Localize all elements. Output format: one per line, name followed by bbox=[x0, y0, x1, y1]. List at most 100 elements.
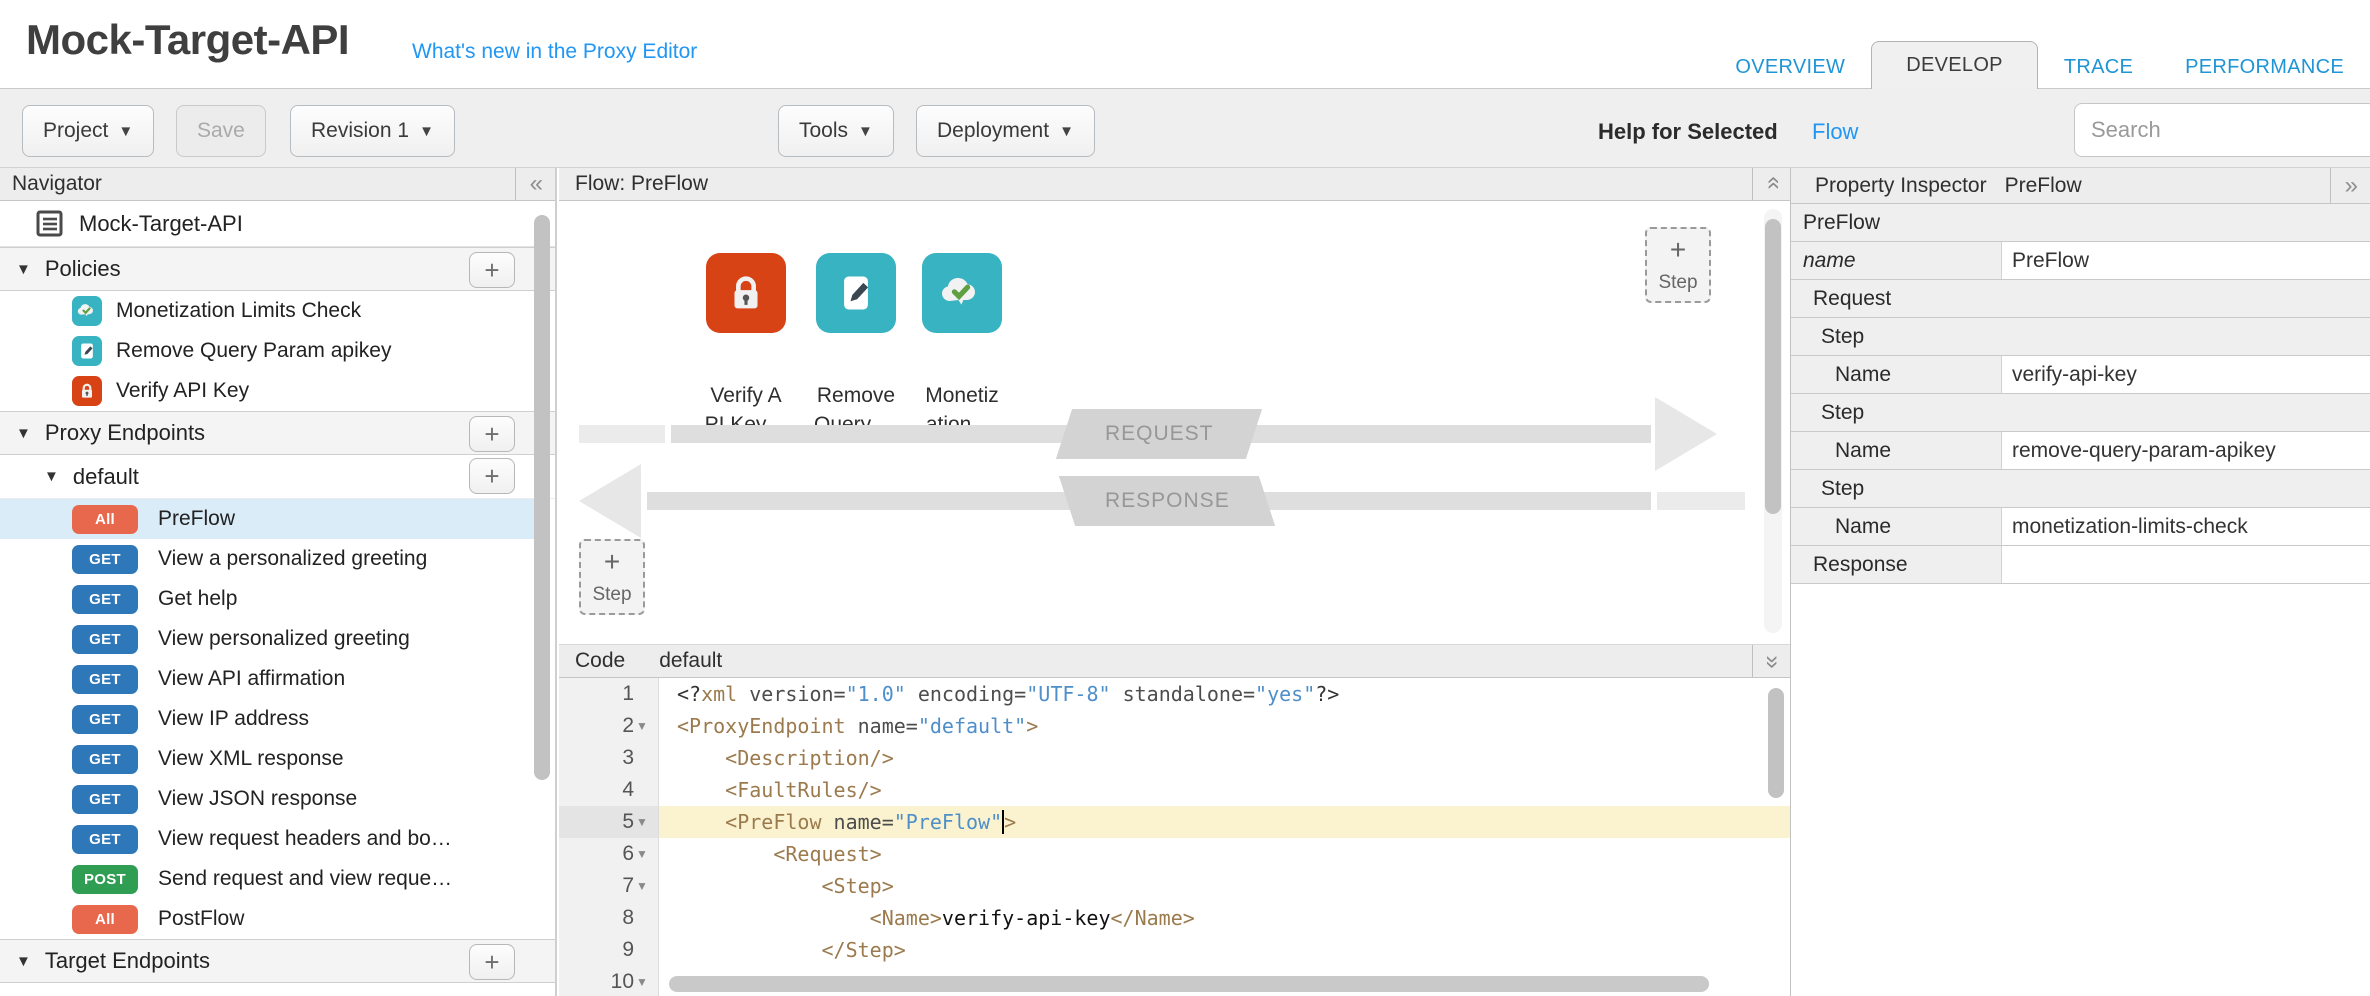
endpoint-group-default[interactable]: ▼ default + bbox=[0, 455, 555, 499]
flow-item[interactable]: GET View JSON response bbox=[0, 779, 555, 819]
section-proxy-endpoints[interactable]: ▼ Proxy Endpoints + bbox=[0, 411, 555, 455]
flow-item[interactable]: GET View a personalized greeting bbox=[0, 539, 555, 579]
property-inspector-panel: Property Inspector PreFlow » PreFlow nam… bbox=[1790, 168, 2370, 996]
code-line[interactable]: 8 <Name>verify-api-key</Name> bbox=[559, 902, 1790, 934]
flow-step-monetization-check[interactable] bbox=[922, 253, 1002, 333]
code-line[interactable]: 1 <?xml version="1.0" encoding="UTF-8" s… bbox=[559, 678, 1790, 710]
inspector-field-row: name PreFlow bbox=[1791, 242, 2370, 280]
name-value-field[interactable]: PreFlow bbox=[2001, 242, 2370, 279]
project-button[interactable]: Project▼ bbox=[22, 105, 154, 157]
double-chevron-up-icon: » bbox=[1758, 178, 1786, 189]
flow-item[interactable]: GET View IP address bbox=[0, 699, 555, 739]
horizontal-scrollbar[interactable] bbox=[669, 976, 1709, 992]
code-editor[interactable]: 1 <?xml version="1.0" encoding="UTF-8" s… bbox=[559, 678, 1790, 996]
add-proxy-endpoint-button[interactable]: + bbox=[469, 416, 515, 452]
search-input[interactable] bbox=[2074, 103, 2370, 157]
inspector-section-row: Step bbox=[1791, 470, 2370, 508]
inspector-section-row: Step bbox=[1791, 318, 2370, 356]
cloud-check-icon bbox=[938, 269, 986, 317]
code-line[interactable]: 2▼ <ProxyEndpoint name="default"> bbox=[559, 710, 1790, 742]
flow-item-preflow[interactable]: All PreFlow bbox=[0, 499, 534, 539]
flow-step-verify-api-key[interactable] bbox=[706, 253, 786, 333]
triangle-down-icon: ▼ bbox=[16, 261, 31, 278]
method-badge: All bbox=[72, 905, 138, 934]
add-policy-button[interactable]: + bbox=[469, 252, 515, 288]
chevron-down-icon: ▼ bbox=[858, 123, 873, 140]
tab-trace[interactable]: TRACE bbox=[2038, 46, 2159, 89]
flow-item-postflow[interactable]: All PostFlow bbox=[0, 899, 555, 939]
code-line[interactable]: 6▼ <Request> bbox=[559, 838, 1790, 870]
collapse-code-button[interactable]: » bbox=[1752, 645, 1790, 677]
collapse-panel-button[interactable]: « bbox=[515, 168, 555, 200]
tools-button[interactable]: Tools▼ bbox=[778, 105, 894, 157]
flow-canvas: Verify API Key… RemoveQuery … Monetizati… bbox=[559, 201, 1790, 645]
flow-panel-title: Flow: PreFlow bbox=[575, 172, 708, 196]
step-name-value-field[interactable]: verify-api-key bbox=[2001, 356, 2370, 393]
chevron-down-icon: ▼ bbox=[419, 123, 434, 140]
navigator-scrollbar[interactable] bbox=[534, 215, 550, 955]
code-line[interactable]: 4 <FaultRules/> bbox=[559, 774, 1790, 806]
flow-item[interactable]: GET View personalized greeting bbox=[0, 619, 555, 659]
flow-item[interactable]: GET View XML response bbox=[0, 739, 555, 779]
flow-item[interactable]: GET View API affirmation bbox=[0, 659, 555, 699]
add-step-button-bottom[interactable]: + Step bbox=[579, 539, 645, 615]
fold-icon[interactable]: ▼ bbox=[636, 710, 650, 742]
code-line[interactable]: 9 </Step> bbox=[559, 934, 1790, 966]
inspector-section-row: Request bbox=[1791, 280, 2370, 318]
whats-new-link[interactable]: What's new in the Proxy Editor bbox=[412, 40, 697, 64]
code-line-active[interactable]: 5▼ <PreFlow name="PreFlow"> bbox=[559, 806, 1790, 838]
policy-item[interactable]: Remove Query Param apikey bbox=[0, 331, 555, 371]
code-line[interactable]: 3 <Description/> bbox=[559, 742, 1790, 774]
plus-icon: + bbox=[604, 548, 620, 576]
main-area: Navigator « Mock-Target-API ▼ Policies +… bbox=[0, 168, 2370, 996]
triangle-down-icon: ▼ bbox=[44, 468, 59, 485]
tab-performance[interactable]: PERFORMANCE bbox=[2159, 46, 2370, 89]
add-step-button-top[interactable]: + Step bbox=[1645, 227, 1711, 303]
deployment-button[interactable]: Deployment▼ bbox=[916, 105, 1095, 157]
flow-item[interactable]: POST Send request and view reque… bbox=[0, 859, 555, 899]
step-name-value-field[interactable]: remove-query-param-apikey bbox=[2001, 432, 2370, 469]
method-badge: GET bbox=[72, 785, 138, 814]
chevron-down-icon: ▼ bbox=[118, 123, 133, 140]
method-badge: GET bbox=[72, 545, 138, 574]
method-badge: GET bbox=[72, 585, 138, 614]
nav-root-item[interactable]: Mock-Target-API bbox=[0, 201, 555, 247]
inspector-section-row: PreFlow bbox=[1791, 204, 2370, 242]
section-policies[interactable]: ▼ Policies + bbox=[0, 247, 555, 291]
policy-item[interactable]: Verify API Key bbox=[0, 371, 555, 411]
section-target-endpoints[interactable]: ▼ Target Endpoints + bbox=[0, 939, 555, 983]
expand-right-icon: » bbox=[2345, 172, 2358, 200]
lock-icon bbox=[723, 270, 769, 316]
proxy-bundle-icon bbox=[36, 210, 63, 237]
response-value-field[interactable] bbox=[2001, 546, 2370, 583]
step-name-value-field[interactable]: monetization-limits-check bbox=[2001, 508, 2370, 545]
chevron-down-icon: ▼ bbox=[1059, 123, 1074, 140]
method-badge: All bbox=[72, 505, 138, 534]
fold-icon[interactable]: ▼ bbox=[636, 806, 650, 838]
tab-develop[interactable]: DEVELOP bbox=[1871, 41, 2038, 89]
code-line[interactable]: 7▼ <Step> bbox=[559, 870, 1790, 902]
fold-icon[interactable]: ▼ bbox=[636, 870, 650, 902]
code-scrollbar[interactable] bbox=[1768, 688, 1784, 798]
save-button[interactable]: Save bbox=[176, 105, 266, 157]
flow-scrollbar[interactable] bbox=[1764, 209, 1782, 633]
request-arrowhead-icon bbox=[1655, 397, 1717, 471]
policy-item[interactable]: Monetization Limits Check bbox=[0, 291, 555, 331]
method-badge: GET bbox=[72, 625, 138, 654]
inspector-field-row: Name verify-api-key bbox=[1791, 356, 2370, 394]
fold-icon[interactable]: ▼ bbox=[636, 966, 650, 996]
add-target-endpoint-button[interactable]: + bbox=[469, 944, 515, 980]
flow-item[interactable]: GET View request headers and bo… bbox=[0, 819, 555, 859]
tab-overview[interactable]: OVERVIEW bbox=[1709, 46, 1871, 89]
collapse-flow-button[interactable]: » bbox=[1752, 168, 1790, 200]
fold-icon[interactable]: ▼ bbox=[636, 838, 650, 870]
property-inspector-title: Property Inspector bbox=[1815, 174, 1987, 198]
flow-step-remove-query-param[interactable] bbox=[816, 253, 896, 333]
revision-button[interactable]: Revision 1▼ bbox=[290, 105, 455, 157]
pencil-icon bbox=[834, 271, 878, 315]
flow-item[interactable]: GET Get help bbox=[0, 579, 555, 619]
help-flow-link[interactable]: Flow bbox=[1812, 119, 1858, 145]
page-title: Mock-Target-API bbox=[26, 16, 349, 64]
expand-panel-button[interactable]: » bbox=[2330, 168, 2370, 203]
add-flow-button[interactable]: + bbox=[469, 458, 515, 494]
